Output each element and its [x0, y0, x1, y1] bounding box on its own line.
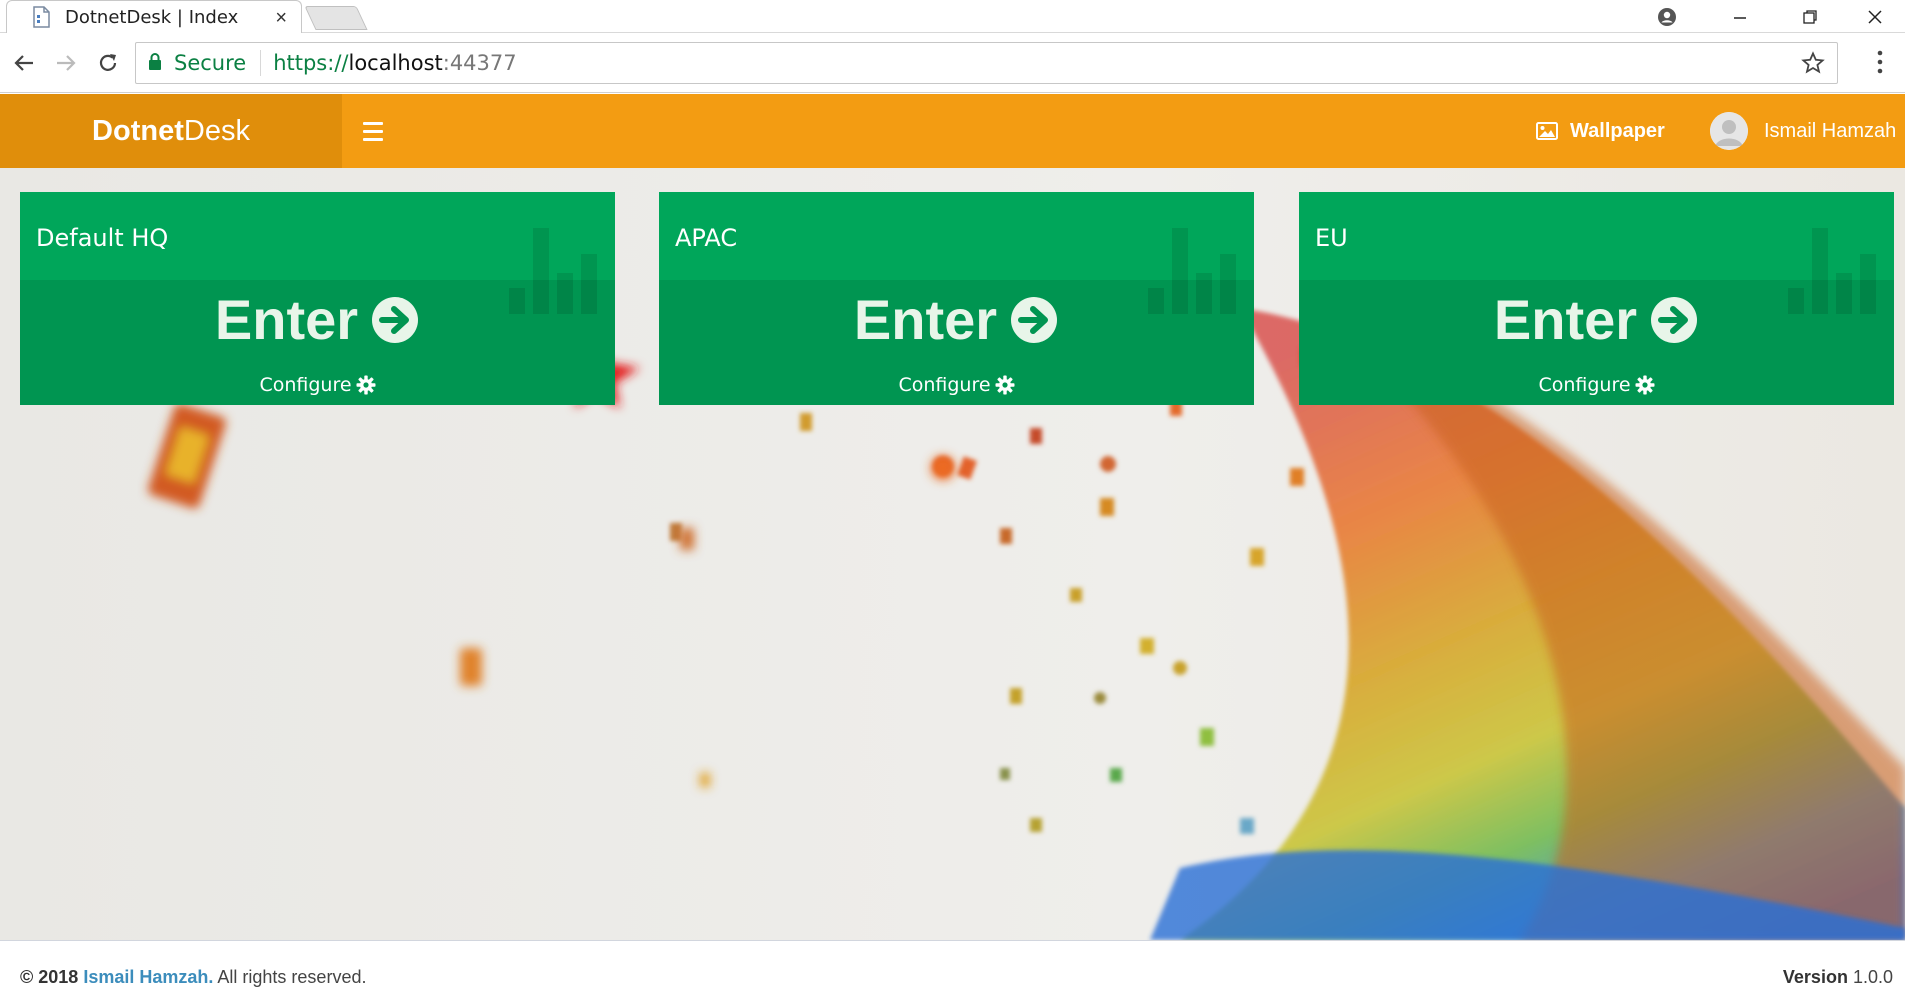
- brand-light-text: Desk: [183, 114, 250, 147]
- avatar: [1710, 112, 1748, 150]
- user-name: Ismail Hamzah: [1764, 119, 1897, 142]
- copyright-year: © 2018: [20, 967, 79, 987]
- minimize-icon[interactable]: [1705, 0, 1775, 33]
- tab-title: DotnetDesk | Index: [65, 6, 239, 28]
- arrow-circle-right-icon: [1011, 296, 1058, 343]
- configure-label: Configure: [898, 374, 991, 396]
- wallpaper-label: Wallpaper: [1570, 119, 1665, 142]
- browser-tabstrip: DotnetDesk | Index ×: [0, 0, 1905, 33]
- workspace-card: APAC Enter Configure: [659, 192, 1254, 405]
- workspace-card: EU Enter Configure: [1299, 192, 1894, 405]
- configure-link[interactable]: Configure: [659, 374, 1254, 396]
- configure-link[interactable]: Configure: [20, 374, 615, 396]
- version-info: Version 1.0.0: [1783, 967, 1893, 988]
- sidebar-toggle-icon[interactable]: [360, 117, 388, 145]
- url-host: localhost: [348, 51, 443, 75]
- enter-label: Enter: [853, 288, 998, 351]
- workspace-card: Default HQ Enter Configure: [20, 192, 615, 405]
- enter-label: Enter: [214, 288, 359, 351]
- copyright-text: © 2018 Ismail Hamzah. All rights reserve…: [20, 967, 366, 988]
- close-window-icon[interactable]: [1845, 0, 1905, 33]
- back-arrow-icon[interactable]: [8, 47, 40, 79]
- enter-button[interactable]: Enter: [20, 287, 615, 352]
- image-icon: [1536, 122, 1558, 140]
- gear-icon: [356, 375, 376, 395]
- profile-icon[interactable]: [1632, 0, 1702, 33]
- app-header: Dotnet Desk Wallpaper Ismail Hamzah: [0, 94, 1905, 168]
- brand-bold-text: Dotnet: [92, 114, 184, 147]
- workspace-title: APAC: [675, 224, 738, 252]
- url-port: :44377: [442, 51, 517, 75]
- forward-arrow-icon[interactable]: [50, 47, 82, 79]
- workspace-title: Default HQ: [36, 224, 169, 252]
- configure-link[interactable]: Configure: [1299, 374, 1894, 396]
- main-content: Default HQ Enter Configure APAC Enter Co…: [0, 168, 1905, 940]
- new-tab-button[interactable]: [304, 6, 368, 30]
- version-label: Version: [1782, 967, 1848, 987]
- rights-text: All rights reserved.: [217, 967, 367, 987]
- workspace-title: EU: [1315, 224, 1348, 252]
- user-menu[interactable]: Ismail Hamzah: [1710, 94, 1896, 168]
- wallpaper-button[interactable]: Wallpaper: [1536, 94, 1665, 168]
- configure-label: Configure: [1538, 374, 1631, 396]
- browser-menu-icon[interactable]: [1876, 48, 1884, 81]
- version-value: 1.0.0: [1852, 967, 1893, 987]
- arrow-circle-right-icon: [372, 296, 419, 343]
- browser-tab[interactable]: DotnetDesk | Index ×: [6, 0, 302, 33]
- configure-label: Configure: [259, 374, 352, 396]
- tab-close-icon[interactable]: ×: [275, 7, 287, 30]
- url-protocol: https://: [273, 51, 349, 75]
- secure-label: Secure: [174, 51, 247, 75]
- gear-icon: [995, 375, 1015, 395]
- restore-icon[interactable]: [1775, 0, 1845, 33]
- enter-button[interactable]: Enter: [1299, 287, 1894, 352]
- author-link[interactable]: Ismail Hamzah.: [83, 967, 213, 987]
- page-footer: © 2018 Ismail Hamzah. All rights reserve…: [0, 940, 1905, 1005]
- enter-label: Enter: [1493, 288, 1638, 351]
- page-icon: [31, 6, 51, 28]
- enter-button[interactable]: Enter: [659, 287, 1254, 352]
- reload-icon[interactable]: [92, 47, 124, 79]
- lock-icon: [148, 51, 162, 75]
- address-bar[interactable]: Secure https://localhost:44377: [135, 42, 1838, 84]
- url-text[interactable]: https://localhost:44377: [261, 51, 516, 75]
- gear-icon: [1635, 375, 1655, 395]
- security-indicator[interactable]: Secure: [136, 50, 262, 76]
- bookmark-star-icon[interactable]: [1801, 51, 1825, 80]
- arrow-circle-right-icon: [1651, 296, 1698, 343]
- browser-toolbar: Secure https://localhost:44377: [0, 33, 1905, 93]
- brand-logo[interactable]: Dotnet Desk: [0, 94, 342, 168]
